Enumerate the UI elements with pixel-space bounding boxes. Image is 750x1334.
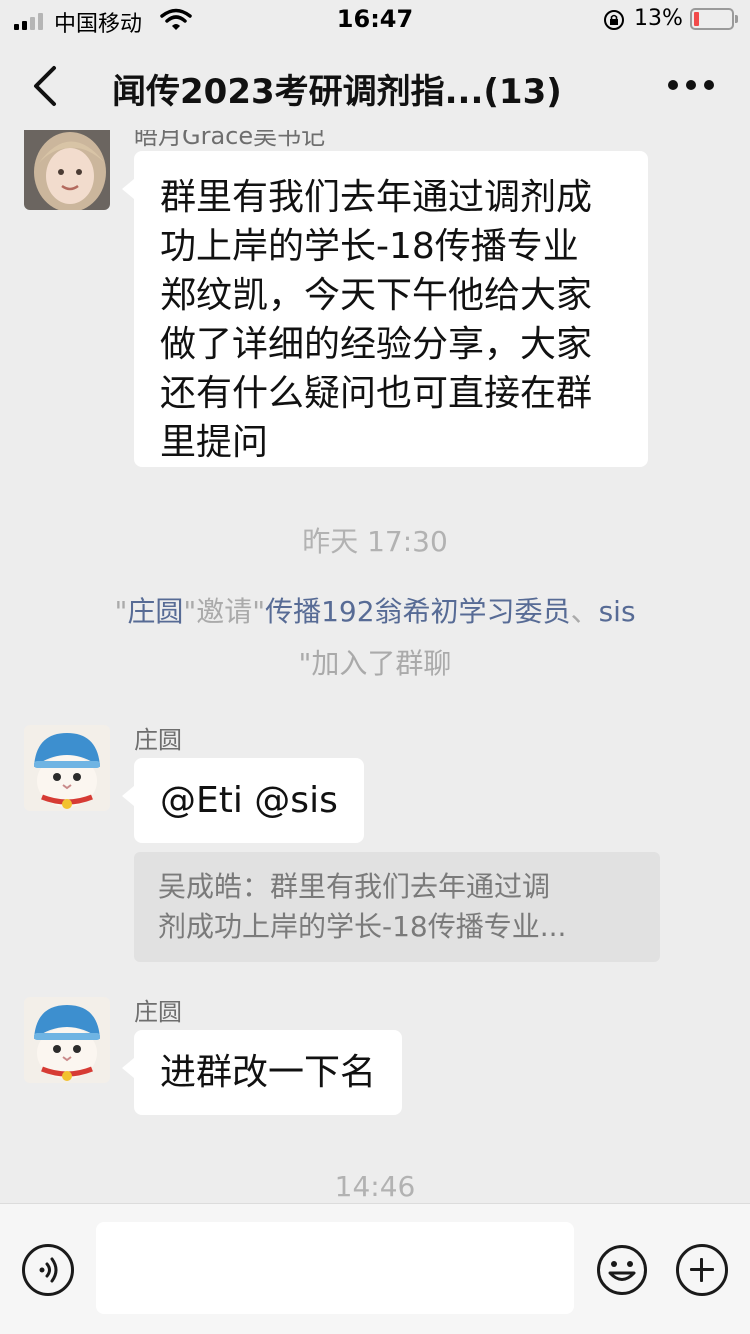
chevron-left-icon[interactable] <box>28 64 64 108</box>
message-input[interactable] <box>96 1222 574 1314</box>
system-invite-message: "庄圆"邀请"传播192翁希初学习委员、sis "加入了群聊 <box>114 595 636 680</box>
message-bubble[interactable]: 进群改一下名 <box>121 1030 403 1115</box>
cat-photo-icon <box>24 997 110 1083</box>
battery-icon <box>690 8 738 30</box>
message-list[interactable]: 晤月Grace吴书记 群里有我们去年通过调剂成 功上岸的学长-18传播专业 郑纹… <box>0 130 750 1203</box>
inviter-name-link[interactable]: 庄圆 <box>127 595 183 628</box>
message-bubble[interactable]: @Eti @sis <box>122 758 364 843</box>
chat-title: 闻传2023考研调剂指...(13) <box>112 72 562 112</box>
sender-name: 庄圆 <box>134 998 182 1026</box>
timestamp: 昨天 17:30 <box>302 525 448 558</box>
message-text: 群里有我们去年通过调剂成 功上岸的学长-18传播专业 郑纹凯，今天下午他给大家 … <box>160 177 593 463</box>
girl-photo-icon <box>24 130 110 210</box>
message-bubble[interactable]: 群里有我们去年通过调剂成 功上岸的学长-18传播专业 郑纹凯，今天下午他给大家 … <box>122 151 648 467</box>
invitee-name-link[interactable]: 传播192翁希初学习委员 <box>265 595 570 628</box>
avatar-cat[interactable] <box>24 725 110 811</box>
cat-photo-icon <box>24 725 110 811</box>
emoji-icon[interactable] <box>596 1244 648 1296</box>
status-bar: 中国移动 16:47 13% <box>0 0 750 40</box>
more-dots-icon[interactable] <box>668 80 716 92</box>
timestamp: 14:46 <box>334 1170 416 1203</box>
input-bar <box>0 1203 750 1334</box>
plus-icon[interactable] <box>676 1244 728 1296</box>
avatar-cat[interactable] <box>24 997 110 1083</box>
wechat-group-chat-screen: 中国移动 16:47 13% 闻传2023考研调剂指...(13) 晤月Grac… <box>0 0 750 1334</box>
avatar-girl[interactable] <box>24 130 110 210</box>
invitee-name-link[interactable]: sis <box>599 595 636 628</box>
message-text: 进群改一下名 <box>160 1052 377 1093</box>
battery-percent: 13% <box>634 6 683 31</box>
sender-name: 庄圆 <box>134 726 182 754</box>
message-text: @Eti @sis <box>160 780 338 821</box>
voice-icon[interactable] <box>22 1244 74 1296</box>
quoted-message[interactable]: 吴成皓：群里有我们去年通过调 剂成功上岸的学长-18传播专业... <box>134 852 660 962</box>
battery-level <box>694 12 699 26</box>
nav-bar: 闻传2023考研调剂指...(13) <box>0 40 750 130</box>
orientation-lock-icon <box>604 10 624 30</box>
sender-name: 晤月Grace吴书记 <box>134 130 326 150</box>
